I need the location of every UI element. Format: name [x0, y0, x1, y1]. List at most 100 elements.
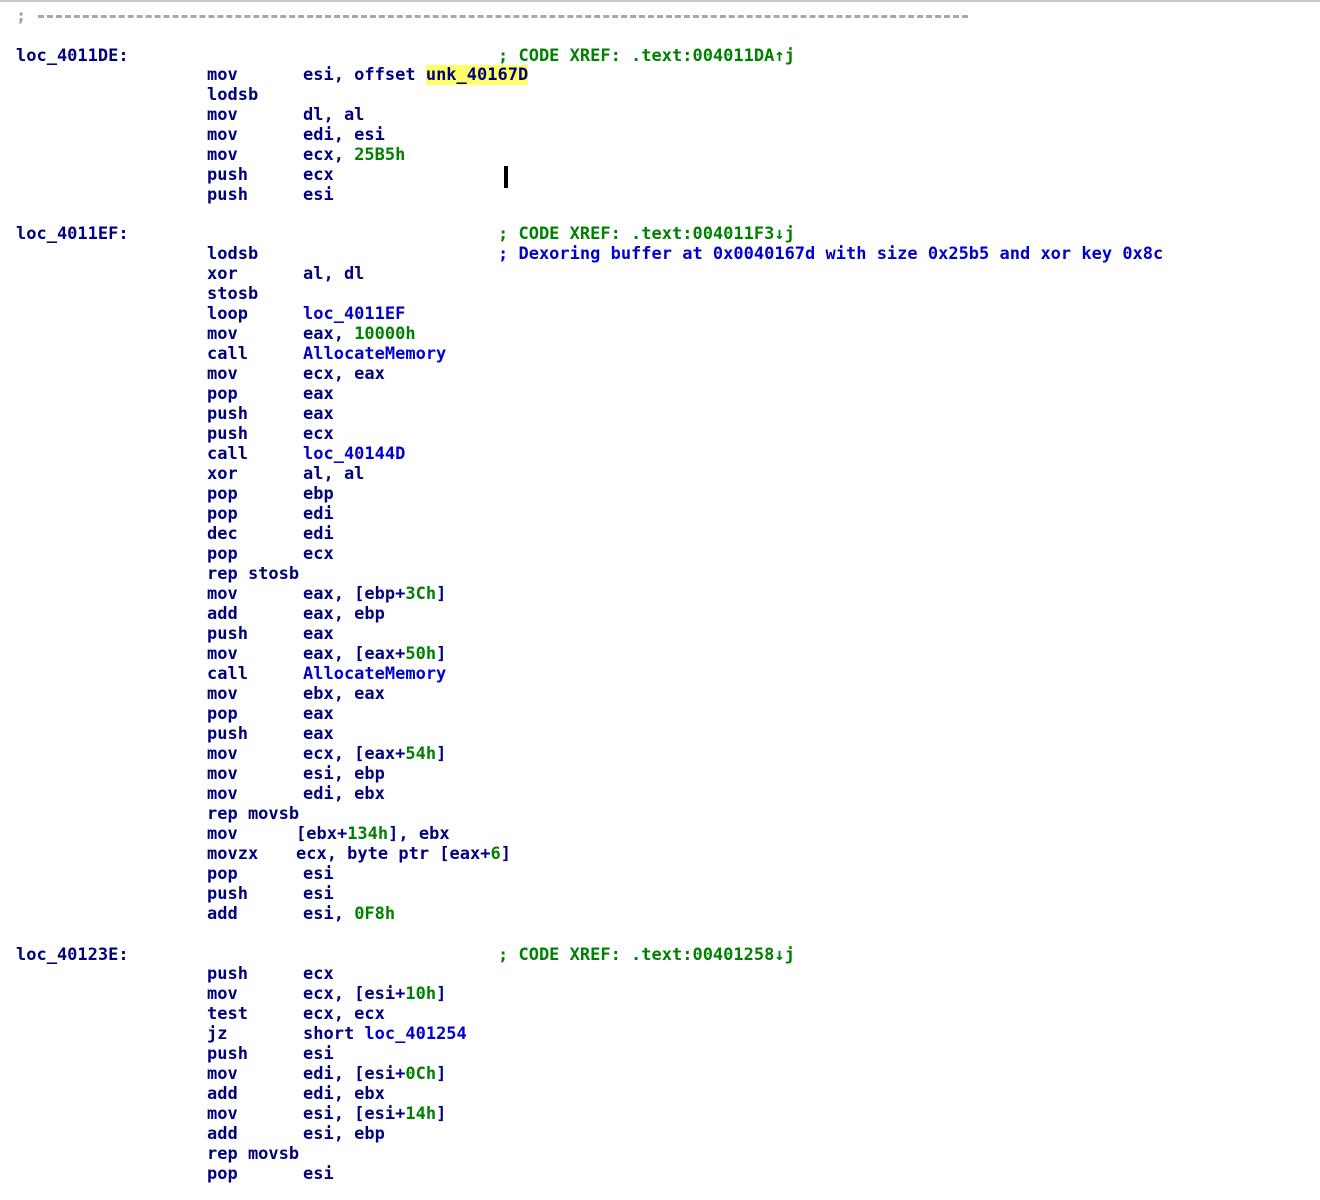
instruction-mnemonic[interactable]: mov [207, 364, 238, 384]
operand-registers[interactable]: edi, ebx [303, 1084, 385, 1104]
instruction-mnemonic[interactable]: rep movsb [207, 1144, 299, 1164]
operand-immediate[interactable]: 10000h [354, 324, 415, 344]
instruction-line[interactable]: add eax, ebp [0, 604, 1320, 624]
operand-immediate[interactable]: 134h [347, 824, 388, 844]
operand-registers[interactable]: eax [303, 624, 334, 644]
instruction-line[interactable]: mov ecx, eax [0, 364, 1320, 384]
instruction-line[interactable]: push eax [0, 624, 1320, 644]
operand-registers[interactable]: esi [303, 185, 334, 205]
operand-registers[interactable]: ecx [303, 165, 334, 185]
code-label[interactable]: loc_40123E: [16, 945, 129, 965]
xref-comment[interactable]: ; CODE XREF: .text:00401258↓j [498, 945, 795, 965]
operand-registers[interactable]: eax [303, 724, 334, 744]
label-line[interactable]: loc_4011EF: ; CODE XREF: .text:004011F3↓j [0, 224, 1320, 244]
instruction-operands[interactable]: eax, ebp [303, 604, 385, 624]
operand-immediate[interactable]: 54h [405, 744, 436, 764]
instruction-operands[interactable]: eax, [ebp+3Ch] [303, 584, 446, 604]
instruction-mnemonic[interactable]: mov [207, 105, 238, 125]
instruction-mnemonic[interactable]: movzx [207, 844, 258, 864]
instruction-line[interactable]: mov esi, offset unk_40167D [0, 65, 1320, 85]
instruction-mnemonic[interactable]: pop [207, 1164, 238, 1184]
instruction-line[interactable]: call AllocateMemory [0, 664, 1320, 684]
instruction-mnemonic[interactable]: push [207, 185, 248, 205]
instruction-mnemonic[interactable]: call [207, 664, 248, 684]
instruction-line[interactable]: rep stosb [0, 564, 1320, 584]
instruction-line[interactable]: push eax [0, 724, 1320, 744]
instruction-line[interactable]: rep movsb [0, 1144, 1320, 1164]
operand-registers[interactable]: ecx [303, 424, 334, 444]
instruction-mnemonic[interactable]: push [207, 1044, 248, 1064]
instruction-mnemonic[interactable]: xor [207, 464, 238, 484]
operand-registers[interactable]: dl, al [303, 105, 364, 125]
operand-symbol[interactable]: loc_4011EF [303, 304, 405, 324]
instruction-operands[interactable]: esi, offset unk_40167D [303, 65, 529, 85]
instruction-mnemonic[interactable]: push [207, 624, 248, 644]
instruction-line[interactable]: add edi, ebx [0, 1084, 1320, 1104]
instruction-line[interactable]: mov edi, esi [0, 125, 1320, 145]
instruction-line[interactable]: pop edi [0, 504, 1320, 524]
instruction-mnemonic[interactable]: mov [207, 145, 238, 165]
operand-symbol[interactable]: loc_401254 [364, 1024, 466, 1044]
instruction-line[interactable]: mov edi, [esi+0Ch] [0, 1064, 1320, 1084]
instruction-mnemonic[interactable]: push [207, 964, 248, 984]
instruction-mnemonic[interactable]: lodsb [207, 244, 258, 264]
instruction-operands[interactable]: edi, ebx [303, 1084, 385, 1104]
instruction-mnemonic[interactable]: stosb [207, 284, 258, 304]
instruction-mnemonic[interactable]: add [207, 1084, 238, 1104]
instruction-line[interactable]: pop eax [0, 384, 1320, 404]
instruction-line[interactable]: stosb [0, 284, 1320, 304]
disassembly-view[interactable]: ; loc_4011DE: ; CODE XREF: .text:004011DA↑… [0, 0, 1320, 1200]
instruction-operands[interactable]: edi, [esi+0Ch] [303, 1064, 446, 1084]
instruction-operands[interactable]: esi [303, 1044, 334, 1064]
instruction-mnemonic[interactable]: mov [207, 764, 238, 784]
operand-registers[interactable]: esi, ebp [303, 764, 385, 784]
instruction-mnemonic[interactable]: rep stosb [207, 564, 299, 584]
operand-immediate[interactable]: 14h [405, 1104, 436, 1124]
operand-registers[interactable]: ecx, eax [303, 364, 385, 384]
instruction-operands[interactable]: ebp [303, 484, 334, 504]
instruction-operands[interactable]: ecx, [esi+10h] [303, 984, 446, 1004]
instruction-mnemonic[interactable]: call [207, 344, 248, 364]
instruction-mnemonic[interactable]: mov [207, 584, 238, 604]
label-line[interactable]: loc_40123E: ; CODE XREF: .text:00401258↓j [0, 945, 1320, 965]
instruction-line[interactable]: lodsb [0, 85, 1320, 105]
instruction-line[interactable]: mov ecx, [eax+54h] [0, 744, 1320, 764]
instruction-mnemonic[interactable]: mov [207, 324, 238, 344]
instruction-line[interactable]: pop esi [0, 864, 1320, 884]
instruction-operands[interactable]: AllocateMemory [303, 664, 446, 684]
instruction-line[interactable]: push esi [0, 884, 1320, 904]
instruction-mnemonic[interactable]: pop [207, 504, 238, 524]
instruction-line[interactable]: rep movsb [0, 804, 1320, 824]
instruction-operands[interactable]: eax, 10000h [303, 324, 416, 344]
instruction-line[interactable]: push ecx [0, 424, 1320, 444]
instruction-line[interactable]: mov eax, [eax+50h] [0, 644, 1320, 664]
instruction-mnemonic[interactable]: pop [207, 864, 238, 884]
instruction-mnemonic[interactable]: dec [207, 524, 238, 544]
instruction-line[interactable]: mov ebx, eax [0, 684, 1320, 704]
instruction-mnemonic[interactable]: push [207, 404, 248, 424]
instruction-operands[interactable]: [ebx+134h], ebx [296, 824, 450, 844]
operand-registers[interactable]: eax [303, 404, 334, 424]
instruction-mnemonic[interactable]: mov [207, 684, 238, 704]
instruction-mnemonic[interactable]: add [207, 904, 238, 924]
xref-comment[interactable]: ; CODE XREF: .text:004011DA↑j [498, 46, 795, 66]
instruction-line[interactable]: mov dl, al [0, 105, 1320, 125]
operand-registers[interactable]: edi [303, 504, 334, 524]
instruction-operands[interactable]: edi [303, 504, 334, 524]
instruction-line[interactable]: pop eax [0, 704, 1320, 724]
instruction-line[interactable]: xor al, al [0, 464, 1320, 484]
instruction-operands[interactable]: loc_4011EF [303, 304, 405, 324]
xref-comment[interactable]: ; CODE XREF: .text:004011F3↓j [498, 224, 795, 244]
instruction-mnemonic[interactable]: push [207, 724, 248, 744]
instruction-operands[interactable]: AllocateMemory [303, 344, 446, 364]
instruction-operands[interactable]: eax [303, 704, 334, 724]
instruction-mnemonic[interactable]: rep movsb [207, 804, 299, 824]
instruction-mnemonic[interactable]: mov [207, 1104, 238, 1124]
operand-registers[interactable]: esi [303, 884, 334, 904]
instruction-line[interactable]: xor al, dl [0, 264, 1320, 284]
instruction-line[interactable]: movzx ecx, byte ptr [eax+6] [0, 844, 1320, 864]
instruction-mnemonic[interactable]: push [207, 424, 248, 444]
instruction-operands[interactable]: eax [303, 724, 334, 744]
operand-registers[interactable]: eax, ebp [303, 604, 385, 624]
instruction-mnemonic[interactable]: test [207, 1004, 248, 1024]
